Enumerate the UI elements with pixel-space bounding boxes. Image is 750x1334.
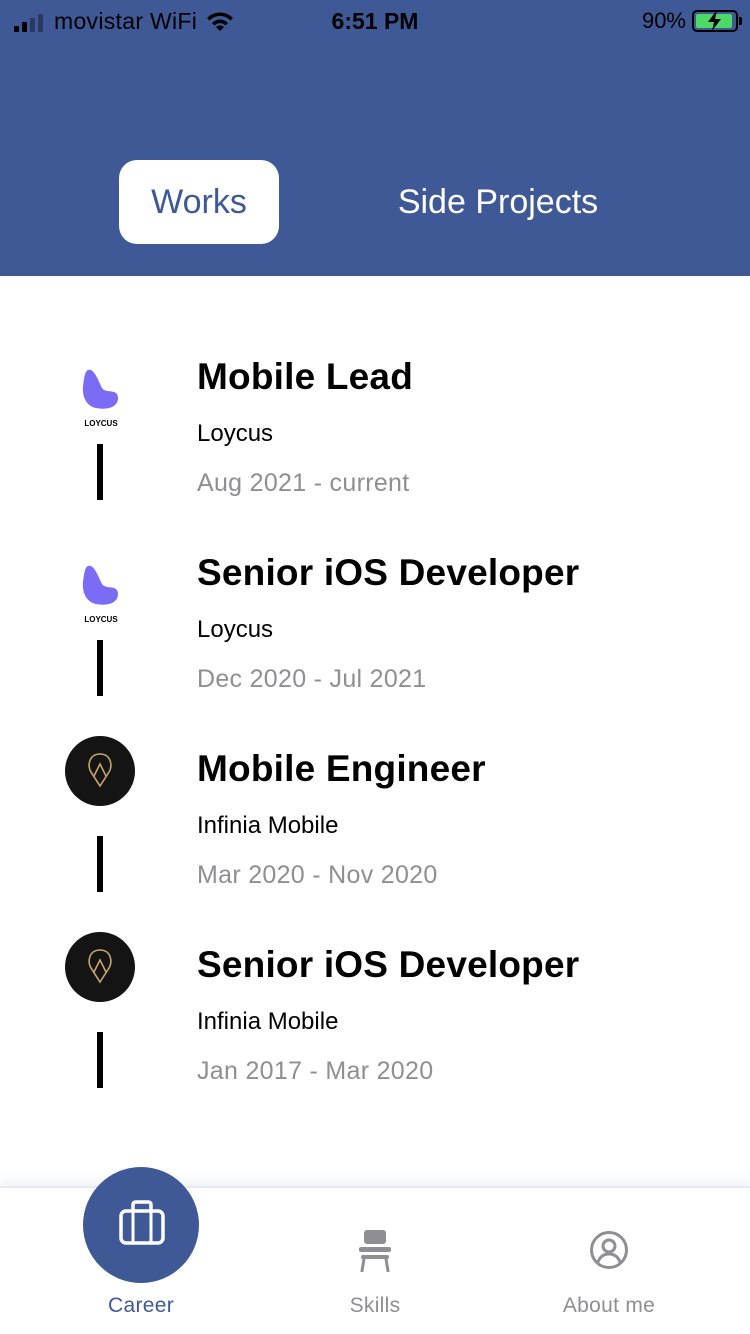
tab-career[interactable] [83,1167,199,1283]
job-item[interactable]: LOYCUS Senior iOS Developer Loycus Dec 2… [0,526,750,722]
job-title: Mobile Engineer [197,748,486,789]
status-time: 6:51 PM [331,8,419,34]
loycus-logo-text: LOYCUS [84,615,118,624]
job-period: Jan 2017 - Mar 2020 [197,1057,434,1085]
tab-side-projects[interactable]: Side Projects [380,160,616,244]
tab-about-label[interactable]: About me [509,1294,709,1318]
tab-works[interactable]: Works [119,160,279,244]
tab-bar: Career Skills About me [0,1167,750,1334]
job-period: Aug 2021 - current [197,469,410,497]
status-bar: movistar WiFi 6:51 PM 90% [0,0,750,40]
tab-career-label[interactable]: Career [41,1294,241,1318]
battery-percent: 90% [641,8,686,33]
timeline-bar [97,444,103,500]
job-title: Mobile Lead [197,356,413,397]
battery-icon [692,10,742,32]
desk-chair-icon[interactable] [355,1228,395,1272]
job-period: Mar 2020 - Nov 2020 [197,861,438,889]
loycus-logo: LOYCUS [82,369,118,428]
loycus-logo-text: LOYCUS [84,419,118,428]
infinia-logo [65,932,135,1002]
job-company: Loycus [197,420,274,447]
infinia-logo [65,736,135,806]
job-company: Loycus [197,616,274,643]
job-title: Senior iOS Developer [197,552,580,593]
timeline-bar [97,836,103,892]
job-period: Dec 2020 - Jul 2021 [197,665,427,693]
job-item[interactable]: LOYCUS Mobile Lead Loycus Aug 2021 - cur… [0,330,750,526]
user-circle-icon[interactable] [589,1230,629,1270]
header: movistar WiFi 6:51 PM 90% Works Side Pro… [0,0,750,276]
timeline-bar [97,1032,103,1088]
job-company: Infinia Mobile [197,1008,339,1035]
job-item[interactable]: Senior iOS Developer Infinia Mobile Jan … [0,918,750,1114]
timeline-bar [97,640,103,696]
job-title: Senior iOS Developer [197,944,580,985]
tab-skills-label[interactable]: Skills [275,1294,475,1318]
job-item[interactable]: Mobile Engineer Infinia Mobile Mar 2020 … [0,722,750,918]
briefcase-icon [119,1200,165,1245]
job-company: Infinia Mobile [197,812,339,839]
loycus-logo: LOYCUS [82,565,118,624]
